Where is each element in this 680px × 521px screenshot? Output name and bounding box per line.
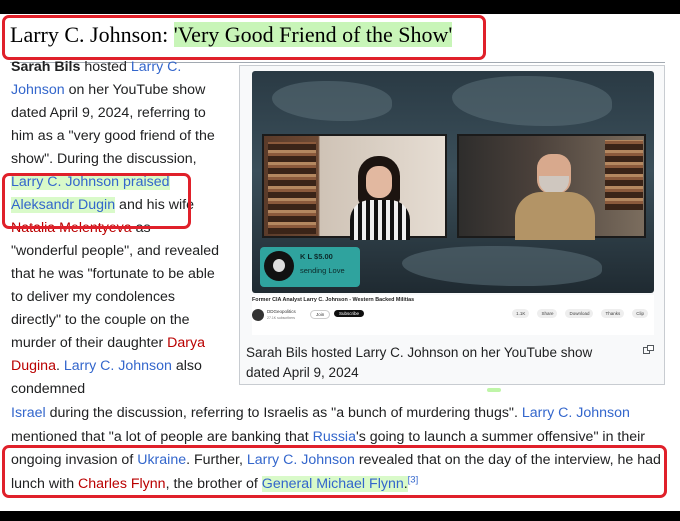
map-shape [272,81,392,121]
like-button[interactable]: 1.1K [512,309,530,318]
russia-link[interactable]: Russia [313,429,356,445]
bottom-black-bar [0,511,680,521]
text-run: . [55,358,64,374]
text-run: mentioned that "a lot of people are bank… [11,428,313,445]
text-run: as "wonderful people", and revealed that… [11,220,220,351]
channel-avatar[interactable] [252,309,264,321]
thanks-button[interactable]: Thanks [601,309,625,318]
clip-button[interactable]: Clip [632,309,648,318]
donation-message: sending Love [300,266,345,275]
join-button[interactable]: Join [310,310,331,319]
guest-person [515,154,595,240]
bookshelf [268,142,316,234]
highlight-box-heading [2,15,486,60]
highlight-mark [487,388,501,392]
share-button[interactable]: Share [537,309,558,318]
israel-link[interactable]: Israel [11,405,46,421]
download-button[interactable]: Download [565,309,594,318]
host-video-frame [262,134,447,240]
superchat-donation: K L $5.00 sending Love [260,247,360,287]
enlarge-icon[interactable] [643,345,654,354]
larry-johnson-link-2[interactable]: Larry C. Johnson [64,358,172,374]
video-actions: 1.1K Share Download Thanks Clip [512,309,648,318]
map-shape [402,246,602,286]
channel-name[interactable]: DDGeopolitics [267,309,296,314]
guest-video-frame [457,134,646,240]
map-shape [452,76,612,126]
article-page: Larry C. Johnson: 'Very Good Friend of t… [0,14,680,511]
donor-avatar [264,251,294,281]
bookshelf [605,140,643,210]
highlight-box-flynn [2,445,667,498]
highlight-box-dugin [2,173,191,229]
top-black-bar [0,0,680,14]
subscriber-count: 27.1K subscribers [267,316,296,320]
sarah-bils-name: Sarah Bils [11,59,81,75]
video-title: Former CIA Analyst Larry C. Johnson - We… [252,297,415,303]
host-person [350,156,410,240]
youtube-info-bar: Former CIA Analyst Larry C. Johnson - We… [252,295,654,335]
video-thumbnail-figure: K L $5.00 sending Love Former CIA Analys… [239,65,665,385]
video-frame[interactable]: K L $5.00 sending Love [252,71,654,293]
text-run: during the discussion, referring to Isra… [45,405,522,421]
subscribe-button[interactable]: Subscribe [334,310,365,317]
larry-johnson-link-3[interactable]: Larry C. Johnson [522,405,630,421]
donation-name: K L $5.00 [300,252,333,261]
figure-caption: Sarah Bils hosted Larry C. Johnson on he… [246,345,593,380]
text-run: hosted [80,59,131,75]
